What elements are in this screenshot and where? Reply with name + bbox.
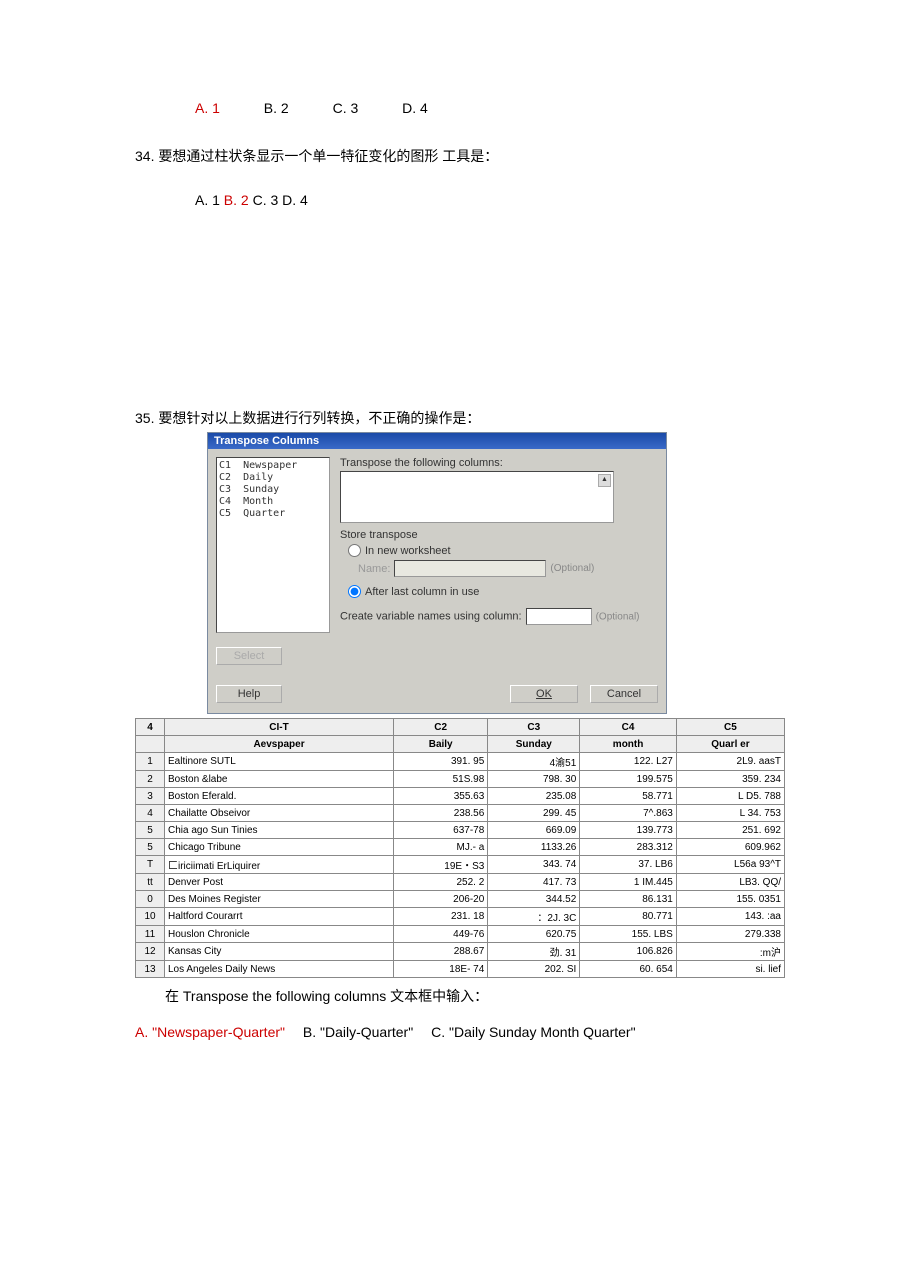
q34-num: 34. <box>135 148 154 164</box>
cancel-button[interactable]: Cancel <box>590 685 658 703</box>
radio-new-worksheet[interactable]: In new worksheet <box>340 544 658 557</box>
q34-c: C. 3 D. 4 <box>253 192 308 208</box>
dialog-title: Transpose Columns <box>208 433 666 449</box>
question-35: 35. 要想针对以上数据进行行列转换，不正确的操作是： <box>135 408 785 428</box>
columns-listbox[interactable]: C1 NewspaperC2 DailyC3 SundayC4 MonthC5 … <box>216 457 330 633</box>
opt-a: A. 1 <box>195 100 220 116</box>
name-input[interactable] <box>394 560 546 577</box>
select-button[interactable]: Select <box>216 647 282 665</box>
prev-options: A. 1 B. 2 C. 3 D. 4 <box>135 100 785 116</box>
q35-text: 要想针对以上数据进行行列转换，不正确的操作是： <box>158 410 480 426</box>
ok-button[interactable]: OK <box>510 685 578 703</box>
q35-a: A. "Newspaper-Quarter" <box>135 1024 285 1040</box>
q35-instruction: 在 Transpose the following columns 文本框中输入… <box>165 986 785 1006</box>
name-label: Name: <box>358 563 390 575</box>
transpose-dialog: Transpose Columns C1 NewspaperC2 DailyC3… <box>207 432 667 714</box>
q35-c: C. "Daily Sunday Month Quarter" <box>431 1024 635 1040</box>
q34-text: 要想通过柱状条显示一个单一特征变化的图形 工具是： <box>158 148 498 164</box>
scroll-up-icon[interactable]: ▲ <box>598 474 611 487</box>
data-table: 4CI-TC2C3C4C5AevspaperBailySundaymonthQu… <box>135 718 785 978</box>
cvn-label: Create variable names using column: <box>340 610 522 622</box>
radio-after-input[interactable] <box>348 585 361 598</box>
q35-b: B. "Daily-Quarter" <box>303 1024 413 1040</box>
store-label: Store transpose <box>340 529 658 541</box>
optional-2: (Optional) <box>596 611 640 622</box>
optional-1: (Optional) <box>550 563 594 574</box>
radio-after-last[interactable]: After last column in use <box>340 585 658 598</box>
q34-b: B. 2 <box>224 192 249 208</box>
question-34: 34. 要想通过柱状条显示一个单一特征变化的图形 工具是： A. 1 B. 2 … <box>135 146 785 208</box>
transpose-textarea[interactable]: ▲ <box>340 471 614 523</box>
transpose-label: Transpose the following columns: <box>340 457 658 469</box>
q35-num: 35. <box>135 410 154 426</box>
opt-c: C. 3 <box>333 100 359 116</box>
opt-b: B. 2 <box>264 100 289 116</box>
help-button[interactable]: Help <box>216 685 282 703</box>
radio-new-input[interactable] <box>348 544 361 557</box>
opt-d: D. 4 <box>402 100 428 116</box>
q34-a: A. 1 <box>195 192 220 208</box>
cvn-input[interactable] <box>526 608 592 625</box>
